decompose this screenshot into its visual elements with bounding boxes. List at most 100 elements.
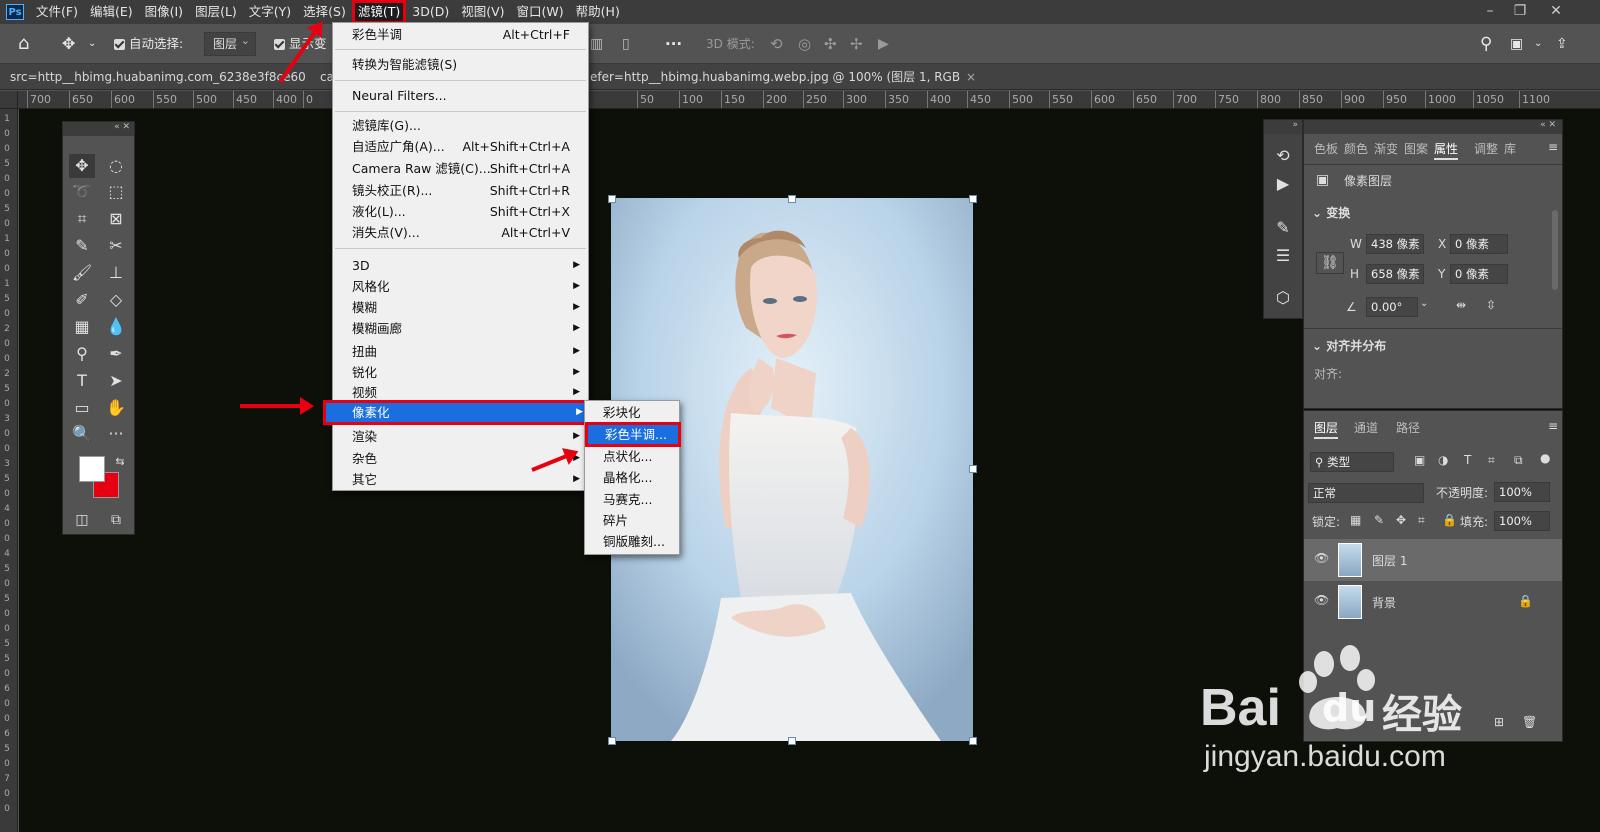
object-select-tool-icon[interactable]: ⬚: [103, 180, 129, 204]
tab-adjustments[interactable]: 调整: [1474, 138, 1498, 160]
dock-collapse-icon[interactable]: »: [1264, 120, 1302, 134]
y-field[interactable]: 0 像素: [1450, 264, 1508, 284]
align-icon[interactable]: ▯: [622, 24, 630, 64]
frame-tool-icon[interactable]: ⊠: [103, 207, 129, 231]
transform-handle[interactable]: [608, 195, 616, 203]
menu-select[interactable]: 选择(S): [297, 0, 352, 24]
height-field[interactable]: 658 像素: [1366, 264, 1424, 284]
tool-preset-chevron-icon[interactable]: ⌄: [88, 24, 96, 64]
minimize-icon[interactable]: –: [1476, 0, 1504, 24]
lasso-tool-icon[interactable]: ➰: [69, 180, 95, 204]
width-field[interactable]: 438 像素: [1366, 234, 1424, 254]
submenu-item-mosaic[interactable]: 马赛克...: [585, 489, 679, 510]
tab-swatches[interactable]: 色板: [1314, 138, 1338, 160]
workspace-icon[interactable]: ▣: [1510, 24, 1523, 64]
tab-channels[interactable]: 通道: [1354, 417, 1378, 439]
move-tool-icon[interactable]: ✥: [69, 154, 95, 178]
toolbox-collapse-icon[interactable]: « ✕: [63, 122, 134, 136]
menu-item-video[interactable]: 视频 ▶: [333, 382, 588, 399]
tab-patterns[interactable]: 图案: [1404, 138, 1428, 160]
filter-adjustment-icon[interactable]: ◑: [1438, 453, 1448, 467]
transform-handle[interactable]: [788, 195, 796, 203]
3d-slide-icon[interactable]: ✢: [850, 24, 863, 64]
quick-mask-icon[interactable]: ◫: [69, 508, 95, 532]
eyedropper-tool-icon[interactable]: ✎: [69, 234, 95, 258]
move-tool-icon[interactable]: ✥: [62, 24, 75, 64]
tab-layers[interactable]: 图层: [1314, 417, 1339, 439]
menu-item-other[interactable]: 其它 ▶: [333, 469, 588, 490]
layer-filter-dropdown[interactable]: ⚲ 类型: [1310, 452, 1394, 472]
submenu-item-color-halftone[interactable]: 彩色半调...: [585, 422, 681, 447]
brush-tool-icon[interactable]: 🖌: [69, 261, 95, 285]
checkbox-icon[interactable]: [114, 39, 125, 50]
layer-row-background[interactable]: 👁 背景 🔒: [1304, 581, 1562, 623]
flip-horizontal-icon[interactable]: ⇹: [1456, 298, 1466, 312]
tab-color[interactable]: 颜色: [1344, 138, 1368, 160]
actions-play-icon[interactable]: ▶: [1270, 172, 1296, 196]
tab-properties[interactable]: 属性: [1434, 138, 1459, 160]
lock-paint-icon[interactable]: ✎: [1374, 513, 1384, 527]
menu-item-adaptive-wide-angle[interactable]: 自适应广角(A)... Alt+Shift+Ctrl+A: [333, 136, 588, 157]
hand-tool-icon[interactable]: ✋: [103, 396, 129, 420]
menu-item-sharpen[interactable]: 锐化 ▶: [333, 362, 588, 383]
tab-gradient[interactable]: 渐变: [1374, 138, 1398, 160]
filter-toggle-icon[interactable]: ●: [1540, 451, 1550, 465]
panel-close-icon[interactable]: « ✕: [1304, 120, 1562, 134]
menu-item-filter-gallery[interactable]: 滤镜库(G)...: [333, 115, 588, 136]
eraser-tool-icon[interactable]: ◇: [103, 288, 129, 312]
opacity-field[interactable]: 100%: [1494, 482, 1550, 502]
visibility-eye-icon[interactable]: 👁: [1314, 551, 1329, 565]
foreground-color-swatch[interactable]: [79, 456, 105, 482]
type-tool-icon[interactable]: T: [69, 369, 95, 393]
document-tab-middle-text[interactable]: ca6f7f0f: [320, 64, 332, 90]
menu-view[interactable]: 视图(V): [455, 0, 510, 24]
panel-menu-icon[interactable]: ≡: [1548, 140, 1558, 154]
3d-scale-icon[interactable]: ▶: [878, 24, 889, 64]
3d-roll-icon[interactable]: ◎: [798, 24, 811, 64]
menu-item-vanishing-point[interactable]: 消失点(V)... Alt+Ctrl+V: [333, 222, 588, 243]
angle-field[interactable]: 0.00°: [1366, 297, 1418, 317]
menu-filter[interactable]: 滤镜(T): [351, 0, 407, 24]
close-window-icon[interactable]: ✕: [1542, 0, 1570, 24]
panel-menu-icon[interactable]: ≡: [1548, 419, 1558, 433]
home-icon[interactable]: ⌂: [18, 24, 29, 64]
transform-handle[interactable]: [969, 737, 977, 745]
auto-select-dropdown[interactable]: 图层: [204, 30, 256, 56]
menu-item-liquify[interactable]: 液化(L)... Shift+Ctrl+X: [333, 201, 588, 222]
submenu-item-facet[interactable]: 彩块化: [585, 402, 679, 423]
menu-item-last-filter[interactable]: 彩色半调 Alt+Ctrl+F: [333, 24, 588, 45]
gradient-tool-icon[interactable]: ▦: [69, 315, 95, 339]
checkbox-icon[interactable]: [274, 39, 285, 50]
healing-tool-icon[interactable]: ✂: [103, 234, 129, 258]
menu-item-lens-correction[interactable]: 镜头校正(R)... Shift+Ctrl+R: [333, 180, 588, 201]
adjustments-sliders-icon[interactable]: ☰: [1270, 244, 1296, 268]
menu-help[interactable]: 帮助(H): [570, 0, 626, 24]
blend-mode-dropdown[interactable]: 正常: [1308, 483, 1424, 503]
menu-item-camera-raw[interactable]: Camera Raw 滤镜(C)... Shift+Ctrl+A: [333, 158, 588, 179]
crop-tool-icon[interactable]: ⌗: [69, 207, 95, 231]
menu-item-3d[interactable]: 3D ▶: [333, 255, 588, 276]
brush-settings-icon[interactable]: ✎: [1270, 216, 1296, 240]
swap-colors-icon[interactable]: ⇆: [107, 450, 133, 474]
transform-handle[interactable]: [969, 195, 977, 203]
menu-image[interactable]: 图像(I): [139, 0, 189, 24]
tab-libraries[interactable]: 库: [1504, 138, 1516, 160]
menu-item-stylize[interactable]: 风格化 ▶: [333, 276, 588, 297]
menu-item-render[interactable]: 渲染 ▶: [333, 426, 588, 447]
tab-paths[interactable]: 路径: [1396, 417, 1420, 439]
submenu-item-mezzotint[interactable]: 铜版雕刻...: [585, 531, 679, 552]
more-tools-icon[interactable]: ···: [103, 422, 129, 446]
lock-all-icon[interactable]: 🔒: [1442, 513, 1457, 527]
rectangle-tool-icon[interactable]: ▭: [69, 396, 95, 420]
panel-scrollbar[interactable]: [1552, 210, 1558, 290]
transform-handle[interactable]: [608, 737, 616, 745]
stamp-tool-icon[interactable]: ⊥: [103, 261, 129, 285]
share-icon[interactable]: ⇪: [1556, 24, 1568, 64]
document-tab-close-icon[interactable]: ×: [966, 64, 978, 90]
align-section[interactable]: ⌄ 对齐并分布: [1312, 337, 1386, 354]
menu-item-noise[interactable]: 杂色▶: [333, 448, 588, 469]
submenu-item-pointillize[interactable]: 点状化...: [585, 446, 679, 462]
3d-drag-icon[interactable]: ✣: [824, 24, 837, 64]
menu-window[interactable]: 窗口(W): [511, 0, 570, 24]
layer-row-layer1[interactable]: 👁 图层 1: [1304, 539, 1562, 581]
